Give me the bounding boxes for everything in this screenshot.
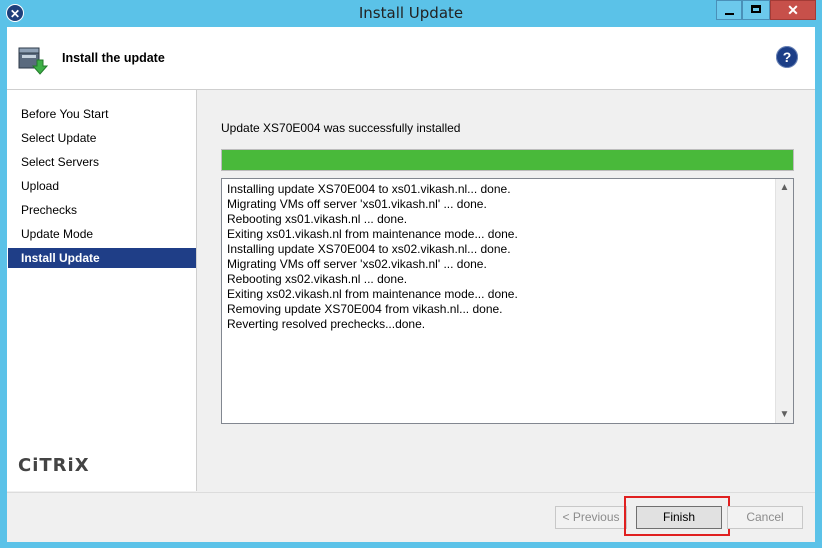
log-line: Rebooting xs02.vikash.nl ... done. xyxy=(227,272,408,286)
install-status-message: Update XS70E004 was successfully install… xyxy=(221,121,461,135)
sidebar-item-before-you-start[interactable]: Before You Start xyxy=(8,104,196,124)
citrix-logo: CiTRiX xyxy=(18,455,90,476)
close-icon: ✕ xyxy=(787,2,799,18)
finish-button[interactable]: Finish xyxy=(636,506,722,529)
progress-bar-fill xyxy=(222,150,793,170)
minimize-button[interactable] xyxy=(716,0,742,20)
log-line: Installing update XS70E004 to xs01.vikas… xyxy=(227,182,511,196)
minimize-icon xyxy=(725,13,734,15)
wizard-client-area: Install the update ? Before You Start Se… xyxy=(7,27,815,542)
page-title: Install the update xyxy=(62,51,165,65)
log-line: Rebooting xs01.vikash.nl ... done. xyxy=(227,212,408,226)
sidebar-item-select-update[interactable]: Select Update xyxy=(8,128,196,148)
scroll-up-icon[interactable]: ▲ xyxy=(776,179,793,196)
log-line: Migrating VMs off server 'xs01.vikash.nl… xyxy=(227,197,487,211)
log-line: Removing update XS70E004 from vikash.nl.… xyxy=(227,302,503,316)
close-button[interactable]: ✕ xyxy=(770,0,816,20)
log-lines: Installing update XS70E004 to xs01.vikas… xyxy=(227,182,773,332)
wizard-steps-sidebar: Before You Start Select Update Select Se… xyxy=(7,90,197,491)
log-line: Exiting xs02.vikash.nl from maintenance … xyxy=(227,287,518,301)
log-line: Installing update XS70E004 to xs02.vikas… xyxy=(227,242,511,256)
install-log-textbox[interactable]: Installing update XS70E004 to xs01.vikas… xyxy=(221,178,794,424)
sidebar-item-prechecks[interactable]: Prechecks xyxy=(8,200,196,220)
cancel-button[interactable]: Cancel xyxy=(727,506,803,529)
scroll-down-icon[interactable]: ▼ xyxy=(776,406,793,423)
title-bar[interactable]: ✕ Install Update ✕ xyxy=(0,0,822,26)
maximize-button[interactable] xyxy=(742,0,770,20)
install-update-window: ✕ Install Update ✕ Install the update ? … xyxy=(0,0,822,548)
sidebar-item-update-mode[interactable]: Update Mode xyxy=(8,224,196,244)
sidebar-item-install-update[interactable]: Install Update xyxy=(8,248,196,268)
install-package-icon xyxy=(18,47,48,75)
sidebar-item-upload[interactable]: Upload xyxy=(8,176,196,196)
install-progress-bar xyxy=(221,149,794,171)
help-icon[interactable]: ? xyxy=(776,46,798,68)
window-title: Install Update xyxy=(358,4,464,22)
install-update-panel: Update XS70E004 was successfully install… xyxy=(197,90,815,491)
log-line: Reverting resolved prechecks...done. xyxy=(227,317,426,331)
previous-button[interactable]: < Previous xyxy=(555,506,627,529)
wizard-header: Install the update ? xyxy=(7,27,815,90)
sidebar-item-select-servers[interactable]: Select Servers xyxy=(8,152,196,172)
log-scrollbar[interactable]: ▲ ▼ xyxy=(775,179,793,423)
wizard-footer: < Previous Finish Cancel xyxy=(7,492,815,542)
maximize-icon xyxy=(751,5,761,13)
log-line: Exiting xs01.vikash.nl from maintenance … xyxy=(227,227,518,241)
log-line: Migrating VMs off server 'xs02.vikash.nl… xyxy=(227,257,487,271)
